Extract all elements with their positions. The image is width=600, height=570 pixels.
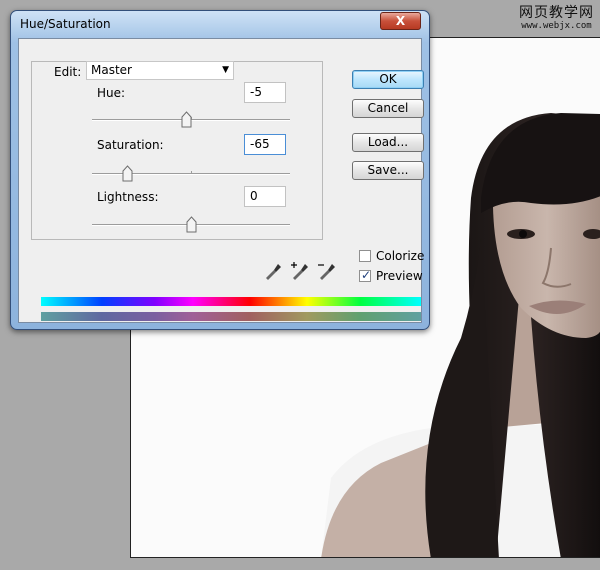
saturation-slider-thumb[interactable]: [122, 165, 133, 182]
close-button[interactable]: X: [380, 12, 421, 30]
adjustment-group: Hue: -5 Saturation: -65 Lightness: 0: [31, 61, 323, 240]
dialog-body: Hue: -5 Saturation: -65 Lightness: 0 Edi…: [18, 38, 425, 323]
eyedropper-minus-icon[interactable]: [318, 262, 336, 280]
hue-slider-thumb[interactable]: [181, 111, 192, 128]
lightness-slider[interactable]: [92, 216, 290, 233]
eyedropper-plus-icon[interactable]: [291, 262, 309, 280]
colorize-checkbox-box[interactable]: [359, 250, 371, 262]
watermark-text: 网页教学网: [519, 5, 594, 21]
edit-select[interactable]: Master ▼: [86, 61, 234, 80]
hue-input[interactable]: -5: [244, 82, 286, 103]
output-spectrum-bar: [41, 312, 421, 321]
edit-select-value: Master: [91, 63, 132, 77]
ok-button[interactable]: OK: [352, 70, 424, 89]
eyedropper-icon[interactable]: [264, 262, 282, 280]
saturation-input[interactable]: -65: [244, 134, 286, 155]
saturation-label: Saturation:: [97, 138, 164, 152]
colorize-label: Colorize: [376, 249, 425, 263]
preview-label: Preview: [376, 269, 423, 283]
hue-label: Hue:: [97, 86, 126, 100]
edit-label: Edit:: [52, 65, 84, 79]
hue-saturation-dialog: Hue/Saturation X Hue: -5 Saturation: -65: [10, 10, 430, 330]
saturation-center-tick: [191, 171, 192, 174]
save-button[interactable]: Save...: [352, 161, 424, 180]
watermark-url: www.webjx.com: [521, 21, 592, 31]
dialog-title: Hue/Saturation: [20, 17, 111, 31]
preview-checkbox-box[interactable]: ✓: [359, 268, 372, 282]
chevron-down-icon: ▼: [222, 65, 229, 75]
close-icon: X: [395, 14, 406, 28]
saturation-slider[interactable]: [92, 165, 290, 182]
input-spectrum-bar: [41, 297, 421, 306]
watermark: 网页教学网 www.webjx.com: [519, 6, 594, 31]
checkmark-icon: ✓: [361, 268, 372, 282]
lightness-slider-thumb[interactable]: [186, 216, 197, 233]
lightness-label: Lightness:: [97, 190, 159, 204]
lightness-input[interactable]: 0: [244, 186, 286, 207]
cancel-button[interactable]: Cancel: [352, 99, 424, 118]
load-button[interactable]: Load...: [352, 133, 424, 152]
hue-slider[interactable]: [92, 111, 290, 128]
